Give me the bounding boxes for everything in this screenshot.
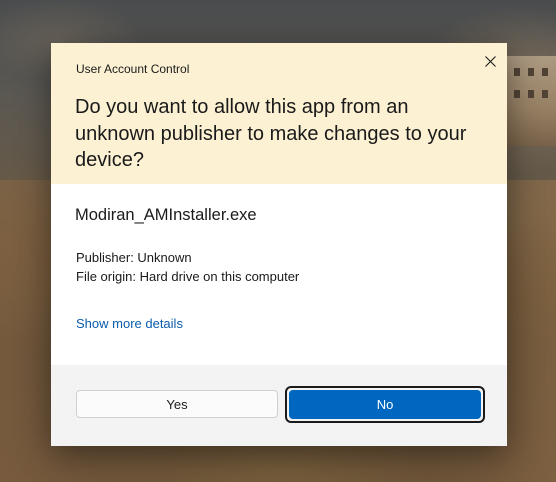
close-icon xyxy=(484,55,496,67)
dialog-header: User Account Control Do you want to allo… xyxy=(51,43,507,184)
yes-button[interactable]: Yes xyxy=(76,390,278,418)
app-name: Modiran_AMInstaller.exe xyxy=(75,206,257,224)
publisher-text: Publisher: Unknown xyxy=(76,250,192,265)
dialog-footer: Yes No xyxy=(51,365,507,446)
show-more-details-link[interactable]: Show more details xyxy=(76,316,183,331)
dialog-question: Do you want to allow this app from an un… xyxy=(75,96,467,171)
file-origin-text: File origin: Hard drive on this computer xyxy=(76,269,300,284)
dialog-caption: User Account Control xyxy=(76,62,190,76)
uac-dialog: User Account Control Do you want to allo… xyxy=(51,43,507,446)
background-town-image xyxy=(506,56,556,146)
close-button[interactable] xyxy=(479,51,501,71)
no-button[interactable]: No xyxy=(289,390,481,419)
